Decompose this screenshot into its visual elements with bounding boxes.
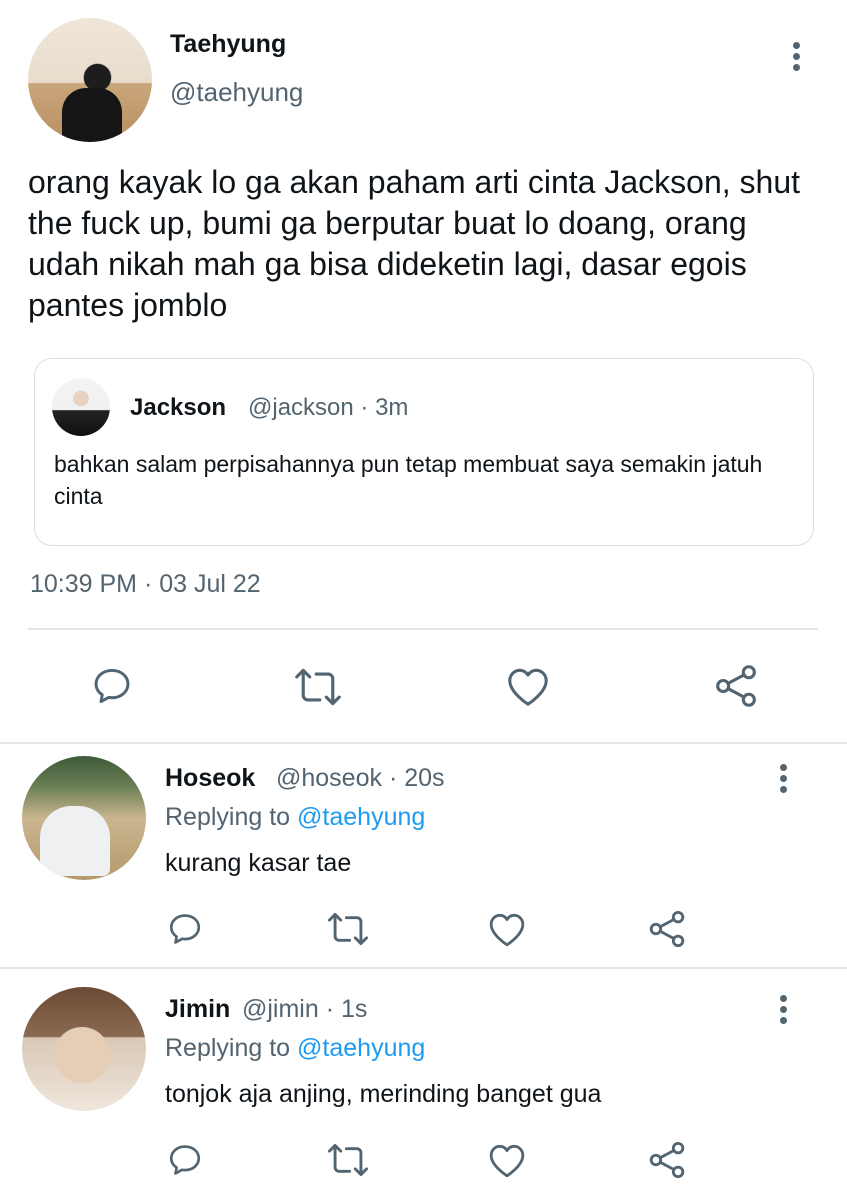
reply-text: kurang kasar tae xyxy=(165,849,352,877)
reply-avatar[interactable] xyxy=(22,987,146,1111)
tweet-timestamp: 10:39 PM · 03 Jul 22 xyxy=(30,570,261,598)
replying-to-handle[interactable]: @taehyung xyxy=(297,1034,425,1062)
reply-icon[interactable] xyxy=(166,910,204,948)
replying-to: Replying to @taehyung xyxy=(165,1034,425,1063)
retweet-icon[interactable] xyxy=(327,1142,369,1178)
reply-icon[interactable] xyxy=(90,664,134,708)
replying-to-handle[interactable]: @taehyung xyxy=(297,803,425,831)
quoted-author-avatar xyxy=(52,378,110,436)
author-avatar[interactable] xyxy=(28,18,152,142)
tweet-text: orang kayak lo ga akan paham arti cinta … xyxy=(28,164,800,323)
more-options-icon[interactable] xyxy=(780,995,788,1028)
more-options-icon[interactable] xyxy=(793,42,801,75)
author-handle[interactable]: @taehyung xyxy=(170,77,303,108)
divider xyxy=(0,742,847,744)
replying-to: Replying to @taehyung xyxy=(165,803,425,832)
share-icon[interactable] xyxy=(648,1141,686,1179)
reply-author-meta: @hoseok · 20s xyxy=(276,764,445,792)
reply-text: tonjok aja anjing, merinding banget gua xyxy=(165,1080,602,1108)
reply-author-name[interactable]: Jimin xyxy=(165,995,230,1024)
retweet-icon[interactable] xyxy=(294,666,342,708)
quoted-author-meta: @jackson · 3m xyxy=(248,394,409,421)
replying-to-label: Replying to xyxy=(165,803,291,831)
reply-icon[interactable] xyxy=(166,1141,204,1179)
divider xyxy=(0,967,847,969)
like-icon[interactable] xyxy=(487,910,527,948)
share-icon[interactable] xyxy=(648,910,686,948)
retweet-icon[interactable] xyxy=(327,911,369,947)
reply-author-name[interactable]: Hoseok xyxy=(165,764,255,793)
author-name[interactable]: Taehyung xyxy=(170,30,286,59)
more-options-icon[interactable] xyxy=(780,764,788,797)
reply-author-meta: @jimin · 1s xyxy=(242,995,368,1023)
quoted-tweet-text: bahkan salam perpisahannya pun tetap mem… xyxy=(54,451,763,509)
replying-to-label: Replying to xyxy=(165,1034,291,1062)
quoted-author-name: Jackson xyxy=(130,394,227,421)
reply-avatar[interactable] xyxy=(22,756,146,880)
share-icon[interactable] xyxy=(714,664,758,708)
like-icon[interactable] xyxy=(487,1141,527,1179)
like-icon[interactable] xyxy=(505,664,551,708)
divider xyxy=(28,628,818,630)
